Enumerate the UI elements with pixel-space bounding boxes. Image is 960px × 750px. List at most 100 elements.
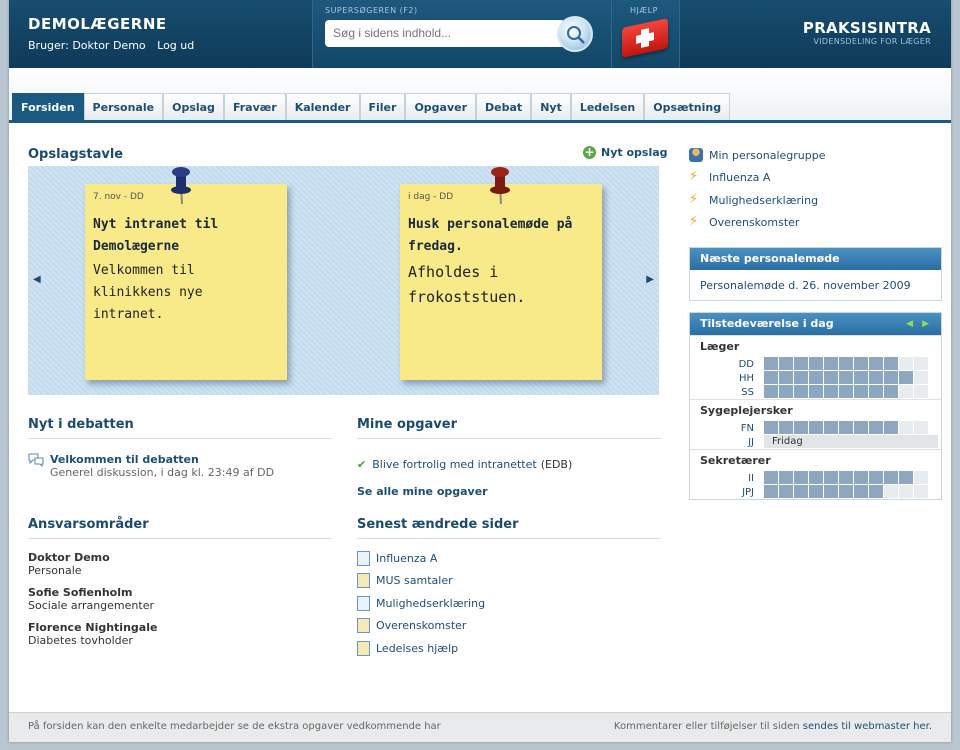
tasks-section: Mine opgaver ✔ Blive fortrolig med intra…	[357, 417, 661, 498]
sidebar-link-personalegruppe[interactable]: Min personalegruppe	[689, 148, 826, 162]
presence-row: DD	[690, 357, 941, 371]
prev-day-icon[interactable]: ◀	[906, 313, 913, 335]
presence-initials[interactable]: FN	[690, 423, 764, 434]
presence-cell	[794, 485, 808, 498]
sidebar-link-influenza[interactable]: ⚡ Influenza A	[689, 170, 770, 184]
recent-page-link[interactable]: MUS samtaler	[376, 574, 453, 587]
presence-cell	[794, 471, 808, 484]
person-name: Florence Nightingale	[28, 621, 158, 634]
presence-panel: Tilstedeværelse i dag ◀ ▶ Læger DD HH SS Syg…	[689, 312, 942, 500]
responsibilities-title: Ansvarsområder	[28, 517, 332, 539]
presence-cell	[854, 357, 868, 370]
search-input[interactable]	[325, 20, 565, 47]
presence-cell	[914, 471, 928, 484]
search-label: SUPERSØGEREN (F2)	[325, 6, 418, 15]
presence-cell	[809, 385, 823, 398]
speech-bubble-icon	[28, 453, 44, 467]
logo: PRAKSISINTRA VIDENSDELING FOR LÆGER	[803, 19, 931, 46]
header: DEMOLÆGERNE Bruger: Doktor Demo Log ud S…	[9, 0, 951, 68]
presence-cell	[899, 421, 913, 434]
tab-forsiden[interactable]: Forsiden	[12, 93, 84, 120]
pushpin-icon	[171, 167, 191, 205]
tab-debat[interactable]: Debat	[476, 93, 532, 120]
presence-cell	[914, 385, 928, 398]
people-icon	[689, 148, 703, 162]
next-meeting-link[interactable]: Personalemøde d. 26. november 2009	[690, 270, 941, 301]
checkmark-icon: ✔	[357, 458, 367, 471]
presence-cell	[809, 357, 823, 370]
sticky-note[interactable]: 7. nov - DD Nyt intranet til Demolægerne…	[85, 167, 287, 380]
presence-cells	[764, 485, 929, 499]
webmaster-link[interactable]: sendes til webmaster her.	[803, 721, 932, 732]
logo-subtitle: VIDENSDELING FOR LÆGER	[813, 37, 931, 46]
recent-page-item[interactable]: Overenskomster	[357, 615, 661, 638]
page-icon	[357, 550, 370, 566]
debate-link[interactable]: Velkommen til debatten	[50, 453, 274, 466]
see-all-tasks-link[interactable]: Se alle mine opgaver	[357, 485, 661, 498]
search-icon	[567, 26, 585, 44]
presence-cells	[764, 421, 929, 435]
presence-cell	[839, 471, 853, 484]
recent-page-link[interactable]: Mulighedserklæring	[376, 597, 485, 610]
presence-cells	[764, 471, 929, 485]
presence-initials[interactable]: JPJ	[690, 487, 764, 498]
presence-row: HH	[690, 371, 941, 385]
tab-fravaer[interactable]: Fravær	[223, 93, 286, 120]
recent-page-item[interactable]: Mulighedserklæring	[357, 592, 661, 615]
presence-cell	[764, 421, 778, 434]
tab-opslag[interactable]: Opslag	[163, 93, 224, 120]
sticky-note[interactable]: i dag - DD Husk personalemøde på fredag.…	[400, 167, 602, 380]
tab-filer[interactable]: Filer	[359, 93, 406, 120]
presence-initials[interactable]: DD	[690, 359, 764, 370]
recent-page-link[interactable]: Ledelses hjælp	[376, 642, 458, 655]
presence-cell	[854, 471, 868, 484]
next-arrow-icon[interactable]: ▶	[646, 274, 654, 285]
logout-link[interactable]: Log ud	[157, 39, 194, 52]
recent-page-link[interactable]: Influenza A	[376, 552, 437, 565]
recent-page-link[interactable]: Overenskomster	[376, 619, 466, 632]
sidebar-link-overenskomster[interactable]: ⚡ Overenskomster	[689, 215, 799, 229]
sidebar-link-mulighedserklaering[interactable]: ⚡ Mulighedserklæring	[689, 193, 818, 207]
tabs: Forsiden Personale Opslag Fravær Kalende…	[12, 93, 731, 120]
presence-title-label: Tilstedeværelse i dag	[700, 317, 834, 330]
presence-cell	[839, 357, 853, 370]
presence-cell	[824, 371, 838, 384]
new-post-button[interactable]: + Nyt opslag	[583, 146, 668, 159]
tab-opgaver[interactable]: Opgaver	[405, 93, 477, 120]
search-button[interactable]	[557, 16, 593, 52]
tab-kalender[interactable]: Kalender	[285, 93, 360, 120]
presence-cell	[794, 371, 808, 384]
presence-cell	[884, 421, 898, 434]
task-link[interactable]: Blive fortrolig med intranettet	[372, 458, 536, 471]
footer-note: På forsiden kan den enkelte medarbejder …	[28, 721, 441, 732]
help-zone[interactable]: HJÆLP	[612, 0, 680, 68]
presence-cell	[839, 385, 853, 398]
presence-cell	[794, 421, 808, 434]
tab-ledelsen[interactable]: Ledelsen	[570, 93, 645, 120]
presence-cell	[869, 357, 883, 370]
presence-cell	[824, 421, 838, 434]
recent-page-item[interactable]: MUS samtaler	[357, 570, 661, 593]
presence-initials[interactable]: HH	[690, 373, 764, 384]
recent-page-item[interactable]: Influenza A	[357, 547, 661, 570]
presence-cell	[869, 485, 883, 498]
footer-right-text: Kommentarer eller tilføjelser til siden	[613, 721, 800, 732]
sidebar-link-label: Influenza A	[709, 170, 771, 184]
presence-initials[interactable]: SS	[690, 387, 764, 398]
tab-opsaetning[interactable]: Opsætning	[644, 93, 731, 120]
debate-item: Velkommen til debatten Generel diskussio…	[28, 453, 332, 479]
tab-nyt[interactable]: Nyt	[531, 93, 571, 120]
tasks-title: Mine opgaver	[357, 417, 661, 439]
presence-group-label: Læger	[690, 335, 941, 357]
presence-cell	[884, 385, 898, 398]
first-aid-icon[interactable]	[622, 18, 668, 58]
presence-initials[interactable]: II	[690, 473, 764, 484]
prev-arrow-icon[interactable]: ◀	[33, 274, 41, 285]
recent-pages-list: Influenza A MUS samtaler Mulighedserklær…	[357, 547, 661, 660]
recent-page-item[interactable]: Ledelses hjælp	[357, 637, 661, 660]
tab-personale[interactable]: Personale	[83, 93, 164, 120]
next-day-icon[interactable]: ▶	[922, 313, 929, 335]
notice-board: ◀ ▶ 7. nov - DD Nyt intranet til Demolæg…	[28, 166, 659, 395]
presence-initials[interactable]: JJ	[690, 437, 764, 448]
presence-cell	[824, 385, 838, 398]
